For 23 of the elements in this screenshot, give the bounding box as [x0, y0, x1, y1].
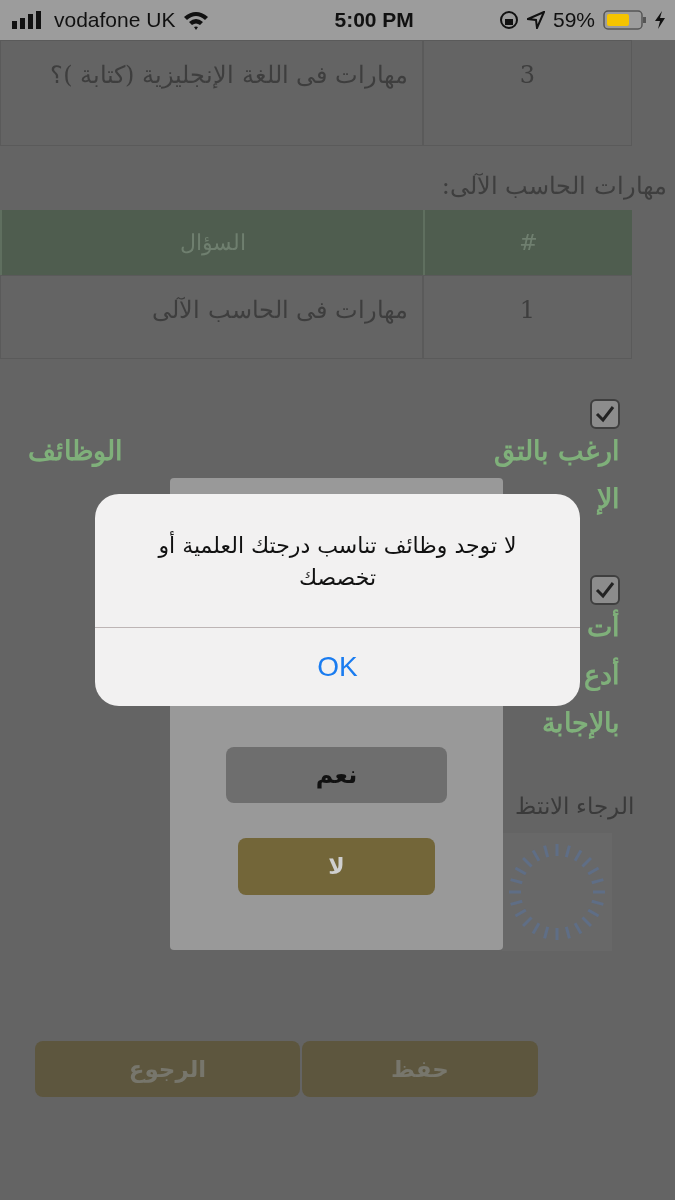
- rotation-lock-icon: [498, 10, 519, 30]
- agreement-text: أدع: [584, 659, 620, 693]
- checkbox[interactable]: [590, 575, 620, 605]
- agreement-text: ارغب بالتق: [493, 435, 620, 469]
- location-arrow-icon: [526, 11, 545, 29]
- no-button[interactable]: لا: [238, 838, 435, 895]
- agreement-text: أت: [587, 611, 620, 644]
- agreement-text: الإ: [597, 483, 620, 517]
- yes-button[interactable]: نعم: [226, 747, 447, 803]
- ok-button[interactable]: OK: [95, 628, 580, 706]
- charging-bolt-icon: [655, 11, 665, 29]
- battery-percent: 59%: [552, 8, 595, 32]
- battery-icon: [603, 10, 647, 30]
- agreement-text: الوظائف: [28, 435, 123, 469]
- clock-time: 5:00 PM: [334, 8, 414, 32]
- column-header: #: [423, 210, 632, 275]
- checkbox[interactable]: [590, 399, 620, 429]
- checkmark-icon: [595, 405, 615, 423]
- checkmark-icon: [595, 581, 615, 599]
- carrier-name: vodafone UK: [54, 8, 176, 32]
- agreement-text: بالإجابة: [542, 707, 620, 741]
- alert-message: لا توجد وظائف تناسب درجتك العلمية أو تخصصك: [156, 530, 518, 592]
- wifi-icon: [183, 10, 210, 30]
